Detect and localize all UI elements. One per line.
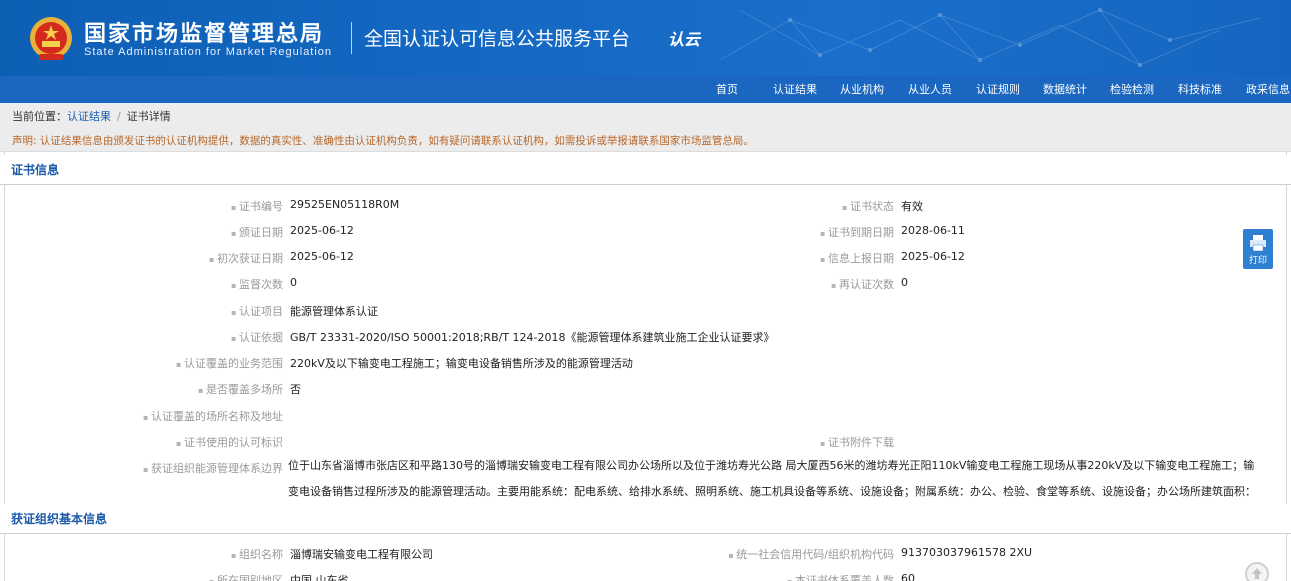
- field-label-first-date: 初次获证日期: [209, 250, 283, 266]
- field-label-multi-site: 是否覆盖多场所: [198, 381, 283, 397]
- field-value-surveillance: 0: [290, 276, 297, 289]
- field-label-org-name: 组织名称: [231, 546, 283, 562]
- field-value-org-name: 淄博瑞安输变电工程有限公司: [290, 548, 433, 561]
- section-title-cert: 证书信息: [0, 155, 1291, 185]
- platform-logo: 认云: [668, 30, 701, 49]
- disclaimer-notice: 声明: 认证结果信息由颁发证书的认证机构提供，数据的真实性、准确性由认证机构负责…: [0, 130, 1291, 152]
- breadcrumb-current: 证书详情: [126, 110, 171, 123]
- network-pattern-decoration: [719, 8, 1261, 67]
- platform-title: 全国认证认可信息公共服务平台: [364, 28, 631, 50]
- field-label-staff-count: 本证书体系覆盖人数: [787, 572, 894, 581]
- field-label-sites: 认证覆盖的场所名称及地址: [143, 408, 283, 424]
- breadcrumb: 当前位置：认证结果 / 证书详情: [0, 103, 1291, 130]
- breadcrumb-prefix: 当前位置：: [12, 110, 67, 123]
- field-label-status: 证书状态: [842, 198, 894, 214]
- national-emblem-icon: [30, 17, 72, 60]
- nav-item-procurement[interactable]: 政采信息: [1246, 76, 1290, 103]
- breadcrumb-link-results[interactable]: 认证结果: [67, 110, 111, 123]
- field-label-issue-date: 颁证日期: [231, 224, 283, 240]
- field-value-issue-date: 2025-06-12: [290, 224, 354, 237]
- section-title-org: 获证组织基本信息: [0, 504, 1291, 534]
- field-value-scope: 220kV及以下输变电工程施工；输变电设备销售所涉及的能源管理活动: [290, 357, 633, 370]
- field-label-basis: 认证依据: [231, 329, 283, 345]
- header-divider: [351, 22, 352, 54]
- scroll-top-button[interactable]: [1245, 562, 1269, 581]
- field-label-cert-no: 证书编号: [231, 198, 283, 214]
- field-label-attachment-download[interactable]: 证书附件下载: [820, 434, 894, 450]
- nav-item-statistics[interactable]: 数据统计: [1043, 76, 1087, 103]
- field-value-credit-code: 913703037961578 2XU: [901, 546, 1033, 559]
- field-label-recert: 再认证次数: [831, 276, 894, 292]
- printer-icon: [1250, 235, 1266, 252]
- print-button[interactable]: 打印: [1243, 229, 1273, 269]
- field-value-report-date: 2025-06-12: [901, 250, 965, 263]
- field-label-project: 认证项目: [231, 303, 283, 319]
- main-nav: 首页 认证结果 从业机构 从业人员 认证规则 数据统计 检验检测 科技标准 政采…: [0, 76, 1291, 103]
- site-header: 国家市场监督管理总局 State Administration for Mark…: [0, 0, 1291, 76]
- field-value-project: 能源管理体系认证: [290, 305, 378, 318]
- field-label-boundary: 获证组织能源管理体系边界: [143, 460, 283, 476]
- field-value-staff-count: 60: [901, 572, 915, 581]
- field-label-credit-code: 统一社会信用代码/组织机构代码: [728, 546, 894, 562]
- field-value-first-date: 2025-06-12: [290, 250, 354, 263]
- nav-item-standards[interactable]: 科技标准: [1178, 76, 1222, 103]
- field-label-surveillance: 监督次数: [231, 276, 283, 292]
- print-button-label: 打印: [1248, 256, 1267, 266]
- field-value-region: 中国 山东省: [290, 574, 349, 581]
- nav-item-personnel[interactable]: 从业人员: [908, 76, 952, 103]
- field-value-status: 有效: [901, 200, 923, 213]
- field-label-report-date: 信息上报日期: [820, 250, 894, 266]
- field-label-scope: 认证覆盖的业务范围: [176, 355, 283, 371]
- nav-item-cert-results[interactable]: 认证结果: [773, 76, 817, 103]
- nav-item-institutions[interactable]: 从业机构: [840, 76, 884, 103]
- field-value-expiry: 2028-06-11: [901, 224, 965, 237]
- field-value-recert: 0: [901, 276, 908, 289]
- breadcrumb-separator: /: [117, 110, 121, 123]
- agency-title-en: State Administration for Market Regulati…: [84, 46, 333, 58]
- agency-title-cn: 国家市场监督管理总局: [84, 22, 325, 47]
- field-value-cert-no: 29525EN05118R0M: [290, 198, 400, 211]
- nav-item-testing[interactable]: 检验检测: [1110, 76, 1154, 103]
- field-label-expiry: 证书到期日期: [820, 224, 894, 240]
- field-label-region: 所在国别地区: [209, 572, 283, 581]
- field-value-basis: GB/T 23331-2020/ISO 50001:2018;RB/T 124-…: [290, 331, 775, 344]
- nav-item-home[interactable]: 首页: [716, 76, 738, 103]
- arrow-up-circle-icon: [1252, 568, 1262, 579]
- field-value-multi-site: 否: [290, 383, 301, 396]
- field-label-accred-mark: 证书使用的认可标识: [176, 434, 283, 450]
- nav-item-rules[interactable]: 认证规则: [976, 76, 1020, 103]
